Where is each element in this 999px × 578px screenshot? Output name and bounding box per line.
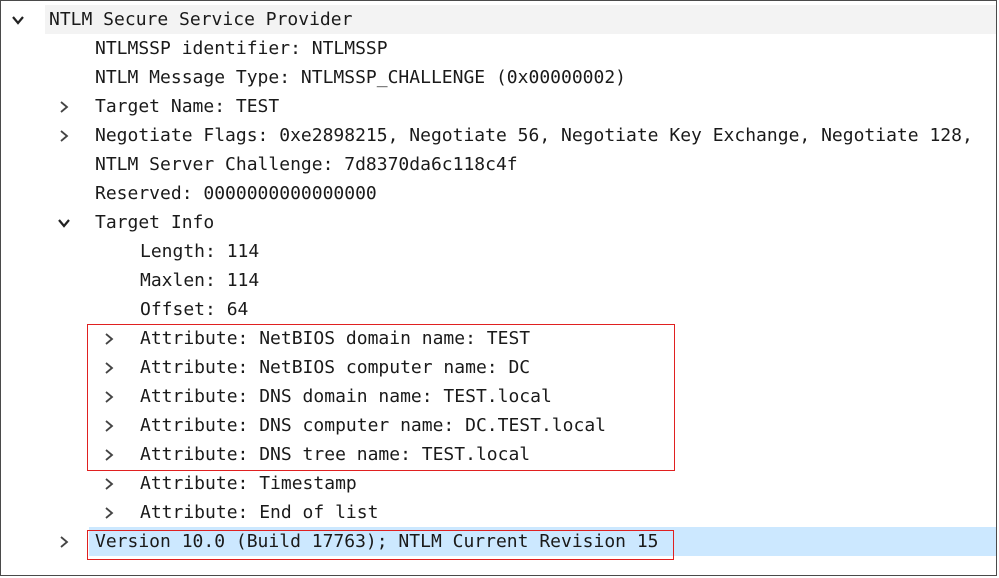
tree-node-label: Attribute: DNS tree name: TEST.local xyxy=(140,444,531,465)
tree-node-label: Offset: 64 xyxy=(140,299,249,320)
tree-node-label: Negotiate Flags: 0xe2898215, Negotiate 5… xyxy=(95,125,973,146)
chevron-down-icon[interactable] xyxy=(57,216,71,230)
tree-node-target-name[interactable]: Target Name: TEST xyxy=(1,92,996,121)
tree-node-label: Attribute: DNS computer name: DC.TEST.lo… xyxy=(140,415,606,436)
tree-node-offset[interactable]: Offset: 64 xyxy=(1,295,996,324)
tree-node-attribute-dns-domain[interactable]: Attribute: DNS domain name: TEST.local xyxy=(1,382,996,411)
chevron-right-icon[interactable] xyxy=(102,506,116,520)
chevron-right-icon[interactable] xyxy=(102,332,116,346)
chevron-right-icon[interactable] xyxy=(102,361,116,375)
chevron-right-icon[interactable] xyxy=(102,390,116,404)
tree-node-attribute-dns-computer[interactable]: Attribute: DNS computer name: DC.TEST.lo… xyxy=(1,411,996,440)
tree-node-label: NTLMSSP identifier: NTLMSSP xyxy=(95,38,388,59)
chevron-right-icon[interactable] xyxy=(57,129,71,143)
protocol-tree: NTLM Secure Service Provider NTLMSSP ide… xyxy=(1,5,996,556)
tree-node-attribute-dns-tree[interactable]: Attribute: DNS tree name: TEST.local xyxy=(1,440,996,469)
tree-node-label: Target Name: TEST xyxy=(95,96,280,117)
tree-node-server-challenge[interactable]: NTLM Server Challenge: 7d8370da6c118c4f xyxy=(1,150,996,179)
chevron-right-icon[interactable] xyxy=(102,419,116,433)
tree-node-reserved[interactable]: Reserved: 0000000000000000 xyxy=(1,179,996,208)
tree-node-attribute-netbios-computer[interactable]: Attribute: NetBIOS computer name: DC xyxy=(1,353,996,382)
tree-node-label: Attribute: NetBIOS domain name: TEST xyxy=(140,328,531,349)
tree-node-label: NTLM Message Type: NTLMSSP_CHALLENGE (0x… xyxy=(95,67,627,88)
tree-node-maxlen[interactable]: Maxlen: 114 xyxy=(1,266,996,295)
tree-node-label: Attribute: Timestamp xyxy=(140,473,357,494)
chevron-right-icon[interactable] xyxy=(57,100,71,114)
chevron-down-icon[interactable] xyxy=(11,13,25,27)
tree-node-attribute-timestamp[interactable]: Attribute: Timestamp xyxy=(1,469,996,498)
tree-node-label: Attribute: NetBIOS computer name: DC xyxy=(140,357,531,378)
tree-node-ntlmssp-identifier[interactable]: NTLMSSP identifier: NTLMSSP xyxy=(1,34,996,63)
tree-node-ntlm-ssp[interactable]: NTLM Secure Service Provider xyxy=(1,5,996,34)
tree-node-negotiate-flags[interactable]: Negotiate Flags: 0xe2898215, Negotiate 5… xyxy=(1,121,996,150)
tree-node-message-type[interactable]: NTLM Message Type: NTLMSSP_CHALLENGE (0x… xyxy=(1,63,996,92)
tree-node-version[interactable]: Version 10.0 (Build 17763); NTLM Current… xyxy=(1,527,996,556)
tree-node-label: NTLM Secure Service Provider xyxy=(49,9,353,30)
chevron-right-icon[interactable] xyxy=(102,448,116,462)
tree-node-target-info[interactable]: Target Info xyxy=(1,208,996,237)
tree-node-label: Attribute: End of list xyxy=(140,502,379,523)
tree-node-label: Reserved: 0000000000000000 xyxy=(95,183,377,204)
packet-details-pane: NTLM Secure Service Provider NTLMSSP ide… xyxy=(0,0,997,576)
tree-node-label: Maxlen: 114 xyxy=(140,270,260,291)
tree-node-label: Version 10.0 (Build 17763); NTLM Current… xyxy=(95,531,659,552)
tree-node-length[interactable]: Length: 114 xyxy=(1,237,996,266)
tree-node-attribute-end-of-list[interactable]: Attribute: End of list xyxy=(1,498,996,527)
chevron-right-icon[interactable] xyxy=(102,477,116,491)
tree-node-label: Length: 114 xyxy=(140,241,260,262)
tree-node-label: Target Info xyxy=(95,212,215,233)
chevron-right-icon[interactable] xyxy=(57,535,71,549)
tree-node-attribute-netbios-domain[interactable]: Attribute: NetBIOS domain name: TEST xyxy=(1,324,996,353)
tree-node-label: NTLM Server Challenge: 7d8370da6c118c4f xyxy=(95,154,518,175)
tree-node-label: Attribute: DNS domain name: TEST.local xyxy=(140,386,552,407)
